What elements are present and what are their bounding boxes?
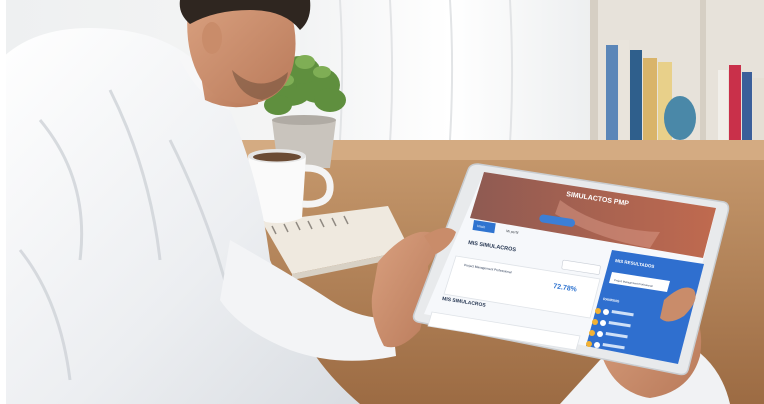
tablet-photo: SIMULACTOS PMP Inicio Mi perfil MIS SIMU… xyxy=(0,0,764,404)
